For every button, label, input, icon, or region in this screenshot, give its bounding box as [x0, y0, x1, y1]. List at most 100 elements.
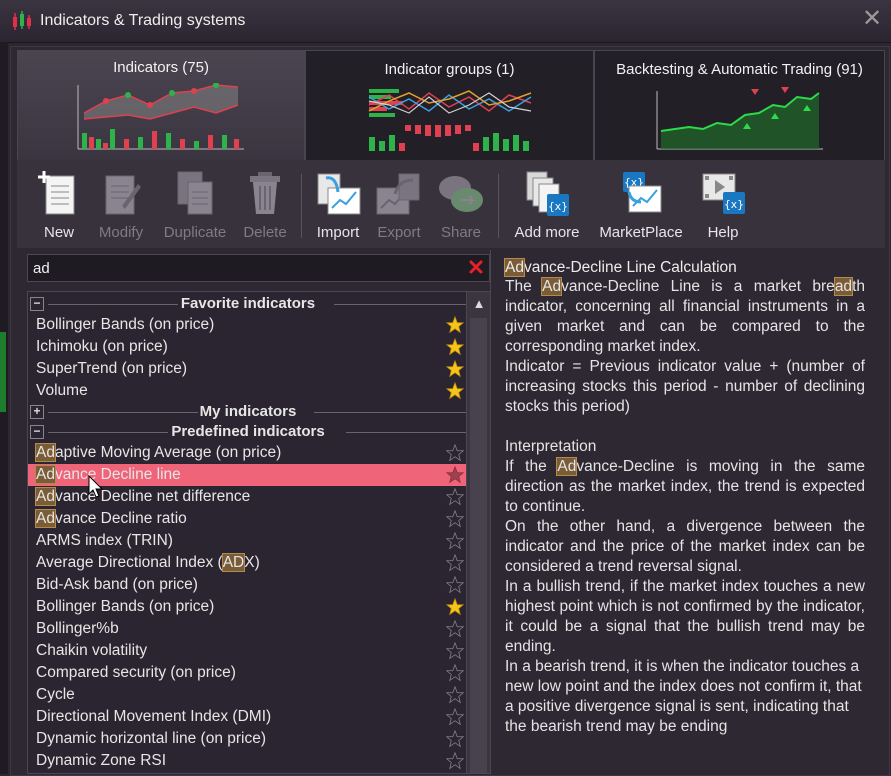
import-label: Import [316, 224, 360, 241]
description-paragraph: In a bearish trend, it is when the indic… [505, 658, 862, 735]
star-empty-icon[interactable] [446, 532, 464, 550]
list-item[interactable]: Ichimoku (on price) [28, 336, 468, 358]
star-empty-icon[interactable] [446, 444, 464, 462]
list-item[interactable]: Advance Decline ratio [28, 508, 468, 530]
delete-button[interactable]: Delete [233, 170, 297, 246]
expand-icon[interactable]: + [30, 405, 44, 419]
clear-search-icon[interactable] [468, 259, 484, 275]
add-more-icon: {x} [526, 171, 569, 216]
indicator-name: Average Directional Index (ADX) [36, 553, 260, 572]
export-label: Export [377, 224, 421, 241]
list-item[interactable]: Compared security (on price) [28, 662, 468, 684]
indicator-name: Ichimoku (on price) [36, 338, 168, 355]
group-title-my: My indicators [199, 403, 297, 420]
collapse-icon[interactable]: − [30, 425, 44, 439]
scroll-up-arrow-icon[interactable]: ▲ [467, 292, 491, 316]
tab-backtesting[interactable]: Backtesting & Automatic Trading (91) [594, 50, 885, 160]
svg-text:{x}: {x} [548, 200, 568, 213]
star-empty-icon[interactable] [446, 554, 464, 572]
star-empty-icon[interactable] [446, 752, 464, 770]
list-item[interactable]: ARMS index (TRIN) [28, 530, 468, 552]
star-filled-icon[interactable] [446, 338, 464, 356]
star-filled-icon[interactable] [446, 360, 464, 378]
modify-button[interactable]: Modify [89, 170, 153, 246]
group-title-favorite: Favorite indicators [180, 295, 316, 312]
star-empty-icon[interactable] [446, 620, 464, 638]
help-label: Help [707, 224, 739, 241]
close-icon[interactable]: ✕ [861, 7, 883, 31]
list-item[interactable]: Adaptive Moving Average (on price) [28, 442, 468, 464]
toolbar-separator [498, 174, 499, 238]
indicator-name: Dynamic Zone RSI [36, 752, 167, 769]
edit-document-icon [105, 175, 141, 215]
list-item[interactable]: Bollinger%b [28, 618, 468, 640]
share-icon [439, 176, 483, 212]
group-header-my[interactable]: + My indicators [28, 402, 468, 422]
export-button[interactable]: Export [367, 170, 431, 246]
background-chart-strip [0, 42, 8, 774]
star-filled-icon[interactable] [446, 382, 464, 400]
indicator-name: Advance Decline net difference [35, 487, 251, 506]
search-input[interactable] [28, 255, 463, 281]
list-item[interactable]: Chaikin volatility [28, 640, 468, 662]
marketplace-icon: {x} [623, 172, 662, 213]
help-button[interactable]: {x} Help [691, 170, 755, 246]
duplicate-button[interactable]: Duplicate [160, 170, 230, 246]
indicator-list: − Favorite indicators Bollinger Bands (o… [27, 291, 492, 774]
list-item[interactable]: Cycle [28, 684, 468, 706]
star-filled-icon[interactable] [446, 316, 464, 334]
toolbar-separator [301, 174, 302, 238]
star-empty-icon[interactable] [446, 664, 464, 682]
indicator-name: Advance Decline line [35, 465, 181, 484]
search-box [27, 254, 490, 282]
star-empty-icon[interactable] [446, 642, 464, 660]
list-item[interactable]: Dynamic horizontal line (on price) [28, 728, 468, 750]
list-item[interactable]: Bollinger Bands (on price) [28, 596, 468, 618]
star-empty-icon[interactable] [446, 488, 464, 506]
list-item[interactable]: SuperTrend (on price) [28, 358, 468, 380]
star-empty-icon[interactable] [446, 510, 464, 528]
new-button[interactable]: New [27, 170, 91, 246]
indicator-name: Directional Movement Index (DMI) [36, 708, 272, 725]
marketplace-button[interactable]: {x} MarketPlace [595, 170, 687, 246]
toolbar: New Modify Duplicate Delete Import Expor… [17, 160, 885, 248]
list-item[interactable]: Bollinger Bands (on price) [28, 314, 468, 336]
tab-indicator-groups[interactable]: Indicator groups (1) [305, 50, 594, 160]
star-empty-icon[interactable] [446, 466, 464, 484]
star-empty-icon[interactable] [446, 576, 464, 594]
star-empty-icon[interactable] [446, 708, 464, 726]
indicator-name: Bollinger Bands (on price) [36, 598, 215, 615]
duplicate-icon [177, 171, 213, 215]
list-scrollbar[interactable]: ▲ [466, 292, 491, 773]
candlestick-app-icon [13, 11, 31, 30]
description-paragraph: The Advance-Decline Line is a market bre… [505, 277, 865, 355]
list-item[interactable]: Average Directional Index (ADX) [28, 552, 468, 574]
list-item[interactable]: Volume [28, 380, 468, 402]
title-bar: Indicators & Trading systems ✕ [0, 0, 891, 43]
trash-icon [250, 172, 280, 214]
marketplace-label: MarketPlace [599, 224, 683, 241]
scroll-thumb[interactable] [470, 318, 487, 773]
tab-indicator-groups-label: Indicator groups (1) [384, 61, 515, 78]
add-more-label: Add more [514, 224, 580, 241]
star-empty-icon[interactable] [446, 686, 464, 704]
list-item[interactable]: Dynamic Zone RSI [28, 750, 468, 772]
group-title-predefined: Predefined indicators [171, 423, 325, 440]
list-item[interactable]: Directional Movement Index (DMI) [28, 706, 468, 728]
star-filled-icon[interactable] [446, 598, 464, 616]
group-header-favorite[interactable]: − Favorite indicators [28, 294, 468, 314]
tab-indicators[interactable]: Indicators (75) [17, 50, 305, 160]
list-item[interactable]: Bid-Ask band (on price) [28, 574, 468, 596]
indicator-groups-chart-icon [368, 89, 531, 151]
collapse-icon[interactable]: − [30, 297, 44, 311]
indicator-name: Dynamic horizontal line (on price) [36, 730, 267, 747]
indicators-chart-icon [77, 83, 244, 150]
star-empty-icon[interactable] [446, 730, 464, 748]
description-title: Advance-Decline Line Calculation [504, 258, 737, 277]
share-button[interactable]: Share [429, 170, 493, 246]
import-button[interactable]: Import [306, 170, 370, 246]
new-label: New [43, 224, 74, 241]
group-header-predefined[interactable]: − Predefined indicators [28, 422, 468, 442]
modify-label: Modify [98, 224, 144, 241]
add-more-button[interactable]: {x} Add more [510, 170, 584, 246]
